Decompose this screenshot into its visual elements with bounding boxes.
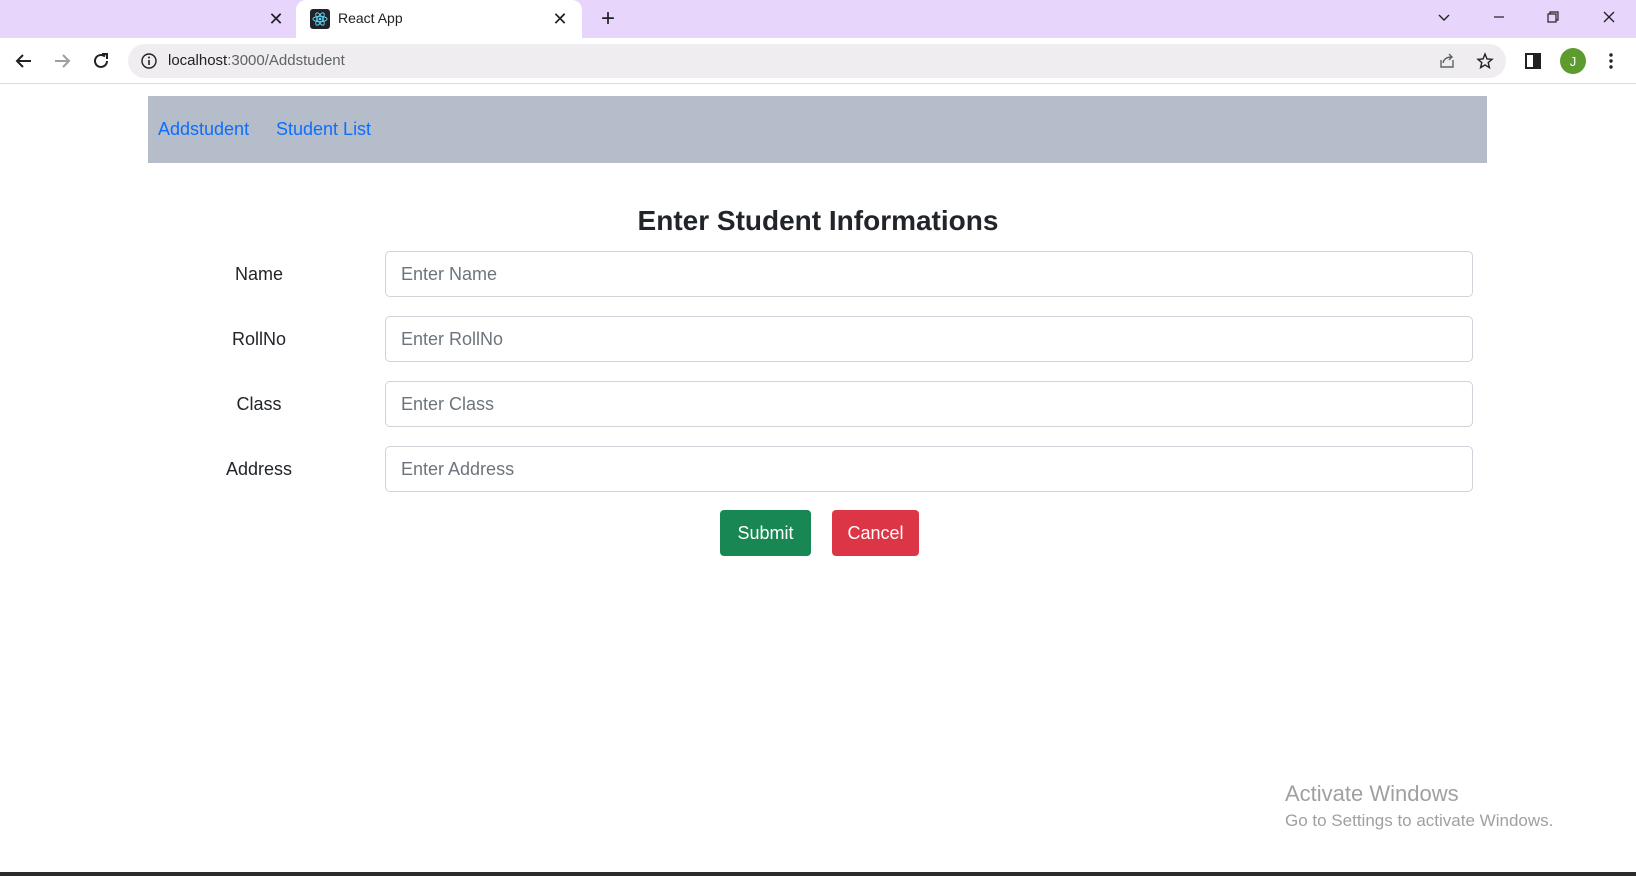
more-menu-icon[interactable] — [1599, 49, 1623, 73]
taskbar-edge — [0, 872, 1636, 876]
rollno-label: RollNo — [231, 329, 287, 349]
tab-title: React App — [338, 10, 403, 26]
url-text[interactable]: localhost:3000/Addstudent — [168, 52, 345, 69]
rollno-input[interactable] — [385, 316, 1473, 362]
new-tab-button[interactable]: + — [596, 5, 620, 32]
inactive-tab[interactable]: ✕ — [0, 0, 290, 38]
active-tab[interactable]: React App ✕ — [296, 0, 582, 38]
class-input[interactable] — [385, 381, 1473, 427]
cancel-button[interactable]: Cancel — [832, 510, 919, 556]
minimize-icon[interactable] — [1482, 2, 1516, 32]
name-input[interactable] — [385, 251, 1473, 297]
tab-close-icon[interactable]: ✕ — [265, 8, 287, 30]
submit-button[interactable]: Submit — [720, 510, 811, 556]
app-navbar: Addstudent Student List — [148, 96, 1487, 163]
bookmark-star-icon[interactable] — [1475, 51, 1495, 71]
share-icon[interactable] — [1437, 51, 1457, 71]
forward-icon[interactable] — [48, 47, 76, 75]
url-host: localhost — [168, 52, 228, 69]
address-label: Address — [225, 459, 293, 479]
back-icon[interactable] — [10, 47, 38, 75]
window-close-icon[interactable] — [1592, 2, 1626, 32]
activate-windows-subtitle: Go to Settings to activate Windows. — [1285, 811, 1554, 830]
site-info-icon[interactable] — [140, 52, 158, 70]
page-title: Enter Student Informations — [637, 205, 999, 236]
nav-link-student-list[interactable]: Student List — [276, 119, 371, 140]
address-bar[interactable]: localhost:3000/Addstudent — [128, 44, 1506, 78]
profile-avatar[interactable]: J — [1560, 48, 1586, 74]
side-panel-icon[interactable] — [1521, 49, 1545, 73]
react-favicon-icon — [310, 9, 330, 29]
tab-search-chevron-icon[interactable] — [1427, 2, 1461, 32]
browser-tab-strip: ✕ React App ✕ + — [0, 0, 1636, 38]
url-path: :3000/Addstudent — [227, 52, 345, 69]
reload-icon[interactable] — [87, 47, 115, 75]
name-label: Name — [234, 264, 283, 284]
restore-icon[interactable] — [1536, 2, 1570, 32]
nav-link-addstudent[interactable]: Addstudent — [158, 119, 249, 140]
address-input[interactable] — [385, 446, 1473, 492]
tab-close-icon[interactable]: ✕ — [549, 8, 571, 30]
activate-windows-title: Activate Windows — [1285, 781, 1459, 806]
browser-toolbar: localhost:3000/Addstudent J — [0, 38, 1636, 84]
class-label: Class — [236, 394, 282, 414]
